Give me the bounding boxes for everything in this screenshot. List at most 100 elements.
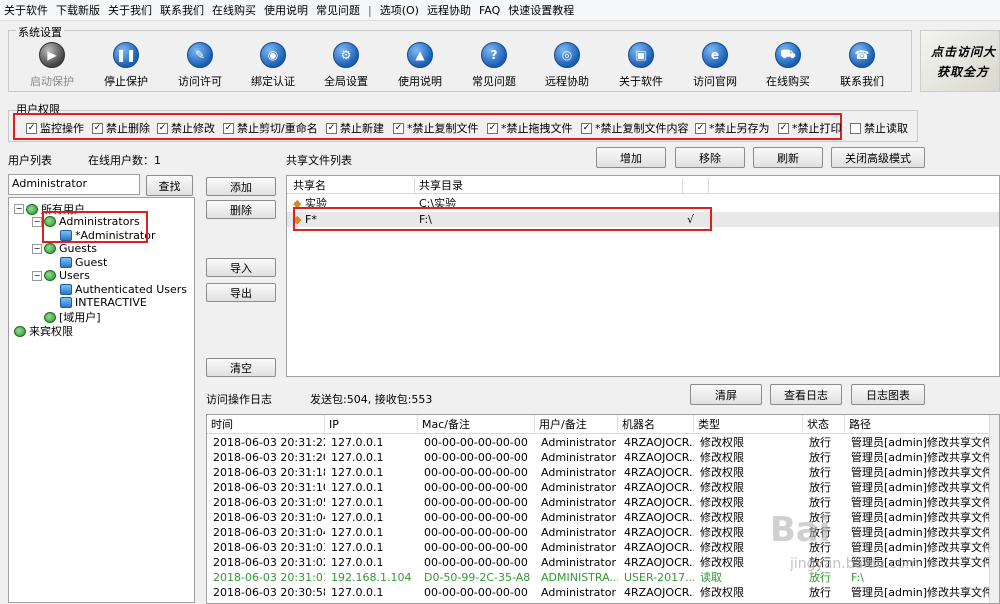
tree-node[interactable]: Guest [48, 256, 107, 269]
checkbox-checked-icon[interactable]: ✓ [487, 122, 498, 134]
tree-node[interactable]: Authenticated Users [48, 283, 187, 296]
access-log-table[interactable]: 时间 IP Mac/备注 用户/备注 机器名 类型 状态 路径 2018-06-03 20:3… [206, 414, 1000, 604]
toolbar-button[interactable]: ✎ 访问许可 [165, 42, 235, 89]
tree-toggle-icon[interactable]: − [14, 204, 24, 214]
checkbox-checked-icon[interactable]: ✓ [92, 122, 103, 134]
log-cell: 2018-06-03 20:31:22 [213, 436, 325, 449]
ad-banner[interactable]: 点击访问大 获取全方 [920, 30, 1000, 92]
checkbox-checked-icon[interactable]: ✓ [778, 122, 789, 134]
share-table[interactable]: 共享名 共享目录 ◆ 实验 C:\实验 ◆ F* F:\ √ [286, 175, 1000, 377]
menu-item[interactable]: 联系我们 [158, 2, 210, 18]
col-share-dir[interactable]: 共享目录 [415, 178, 683, 194]
export-button[interactable]: 导出 [206, 283, 276, 302]
menu-item[interactable]: 常见问题 [314, 2, 366, 18]
clear-button[interactable]: 清空 [206, 358, 276, 377]
log-col-header[interactable]: 机器名 [618, 415, 694, 434]
log-row[interactable]: 2018-06-03 20:31:01 192.168.1.104 D0-50-99… [207, 570, 999, 585]
close-advanced-mode-button[interactable]: 关闭高级模式 [831, 147, 925, 168]
permission-checkbox[interactable]: ✓ *禁止另存为 [695, 120, 770, 136]
permission-checkbox[interactable]: ✓ *禁止打印 [778, 120, 842, 136]
checkbox-checked-icon[interactable]: ✓ [223, 122, 234, 134]
checkbox-checked-icon[interactable]: ✓ [393, 122, 404, 134]
view-log-button[interactable]: 查看日志 [770, 384, 842, 405]
toolbar-button[interactable]: e 访问官网 [680, 42, 750, 89]
checkbox-checked-icon[interactable]: ✓ [695, 122, 706, 134]
clear-screen-button[interactable]: 清屏 [690, 384, 762, 405]
toolbar-button[interactable]: ⚙ 全局设置 [311, 42, 381, 89]
permission-checkbox[interactable]: ✓ 监控操作 [26, 120, 84, 136]
permission-checkbox[interactable]: ✓ *禁止拖拽文件 [487, 120, 573, 136]
tree-node[interactable]: − Guests [32, 242, 97, 255]
log-chart-button[interactable]: 日志图表 [851, 384, 925, 405]
log-row[interactable]: 2018-06-03 20:31:03 127.0.0.1 00-00-00-00-… [207, 540, 999, 555]
share-remove-button[interactable]: 移除 [675, 147, 745, 168]
toolbar-button[interactable]: ❚❚ 停止保护 [91, 42, 161, 89]
log-cell: D0-50-99-2C-35-A8 [424, 571, 531, 584]
log-cell: 4RZAOJOCR... [624, 541, 694, 554]
tree-node[interactable]: − Users [32, 269, 90, 282]
log-row[interactable]: 2018-06-03 20:30:58 127.0.0.1 00-00-00-00-… [207, 585, 999, 600]
log-cell: Administrator [541, 556, 616, 569]
permission-checkbox[interactable]: ✓ *禁止复制文件 [393, 120, 479, 136]
toolbar-button[interactable]: ? 常见问题 [459, 42, 529, 89]
permission-checkbox[interactable]: 禁止读取 [850, 120, 908, 136]
delete-user-button[interactable]: 删除 [206, 200, 276, 219]
import-button[interactable]: 导入 [206, 258, 276, 277]
checkbox-checked-icon[interactable]: ✓ [326, 122, 337, 134]
tree-toggle-icon[interactable]: − [32, 243, 42, 254]
menu-item[interactable]: 下载新版 [54, 2, 106, 18]
permission-checkbox[interactable]: ✓ *禁止复制文件内容 [581, 120, 689, 136]
menu-item[interactable]: 选项(O) [378, 2, 425, 18]
tree-node-label: Authenticated Users [75, 283, 188, 296]
log-col-header[interactable]: 时间 [207, 415, 325, 434]
menu-item[interactable]: 关于我们 [106, 2, 158, 18]
toolbar-button[interactable]: ◉ 绑定认证 [238, 42, 308, 89]
toolbar-button[interactable]: ▣ 关于软件 [606, 42, 676, 89]
toolbar-button[interactable]: ☎ 联系我们 [827, 42, 897, 89]
log-col-header[interactable]: 路径 [845, 415, 999, 434]
log-scrollbar[interactable] [989, 415, 999, 603]
find-button[interactable]: 查找 [146, 175, 193, 196]
log-cell: 2018-06-03 20:31:04 [213, 511, 325, 524]
tree-toggle-icon[interactable]: − [32, 216, 42, 227]
menu-item[interactable]: 关于软件 [2, 2, 54, 18]
log-col-header[interactable]: 状态 [803, 415, 845, 434]
log-row[interactable]: 2018-06-03 20:31:10 127.0.0.1 00-00-00-00-… [207, 480, 999, 495]
col-share-name[interactable]: 共享名 [289, 178, 415, 194]
log-row[interactable]: 2018-06-03 20:31:05 127.0.0.1 00-00-00-00-… [207, 495, 999, 510]
log-cell: 4RZAOJOCR... [624, 481, 694, 494]
permission-checkbox[interactable]: ✓ 禁止修改 [157, 120, 215, 136]
share-refresh-button[interactable]: 刷新 [753, 147, 823, 168]
toolbar-button[interactable]: ▲ 使用说明 [385, 42, 455, 89]
user-search-input[interactable]: Administrator [8, 174, 140, 195]
log-row[interactable]: 2018-06-03 20:31:04 127.0.0.1 00-00-00-00-… [207, 525, 999, 540]
log-cell: 管理员[admin]修改共享文件目录[F [851, 526, 999, 539]
log-col-header[interactable]: 类型 [694, 415, 803, 434]
menu-item[interactable]: 使用说明 [262, 2, 314, 18]
permission-checkbox[interactable]: ✓ 禁止剪切/重命名 [223, 120, 318, 136]
log-row[interactable]: 2018-06-03 20:31:20 127.0.0.1 00-00-00-00-… [207, 450, 999, 465]
menu-item[interactable]: 远程协助 [425, 2, 477, 18]
tree-toggle-icon[interactable]: − [32, 270, 42, 281]
log-col-header[interactable]: IP [325, 415, 418, 434]
menu-item[interactable]: 在线购买 [210, 2, 262, 18]
log-col-header[interactable]: Mac/备注 [418, 415, 535, 434]
checkbox-checked-icon[interactable]: ✓ [581, 122, 592, 134]
tree-node[interactable]: INTERACTIVE [48, 296, 147, 309]
tree-node[interactable]: 来宾权限 [14, 323, 73, 339]
permission-checkbox[interactable]: ✓ 禁止删除 [92, 120, 150, 136]
permission-checkbox[interactable]: ✓ 禁止新建 [326, 120, 384, 136]
toolbar-button[interactable]: ◎ 远程协助 [532, 42, 602, 89]
log-row[interactable]: 2018-06-03 20:31:04 127.0.0.1 00-00-00-00-… [207, 510, 999, 525]
checkbox-checked-icon[interactable]: ✓ [157, 122, 168, 134]
menu-item[interactable]: 快速设置教程 [506, 2, 580, 18]
checkbox-unchecked-icon[interactable] [850, 122, 861, 134]
checkbox-checked-icon[interactable]: ✓ [26, 122, 37, 134]
log-col-header[interactable]: 用户/备注 [535, 415, 618, 434]
share-add-button[interactable]: 增加 [596, 147, 666, 168]
add-user-button[interactable]: 添加 [206, 177, 276, 196]
toolbar-button[interactable]: ⛟ 在线购买 [753, 42, 823, 89]
log-row[interactable]: 2018-06-03 20:31:22 127.0.0.1 00-00-00-00-… [207, 435, 999, 450]
log-row[interactable]: 2018-06-03 20:31:18 127.0.0.1 00-00-00-00-… [207, 465, 999, 480]
menu-item[interactable]: FAQ [477, 4, 506, 17]
